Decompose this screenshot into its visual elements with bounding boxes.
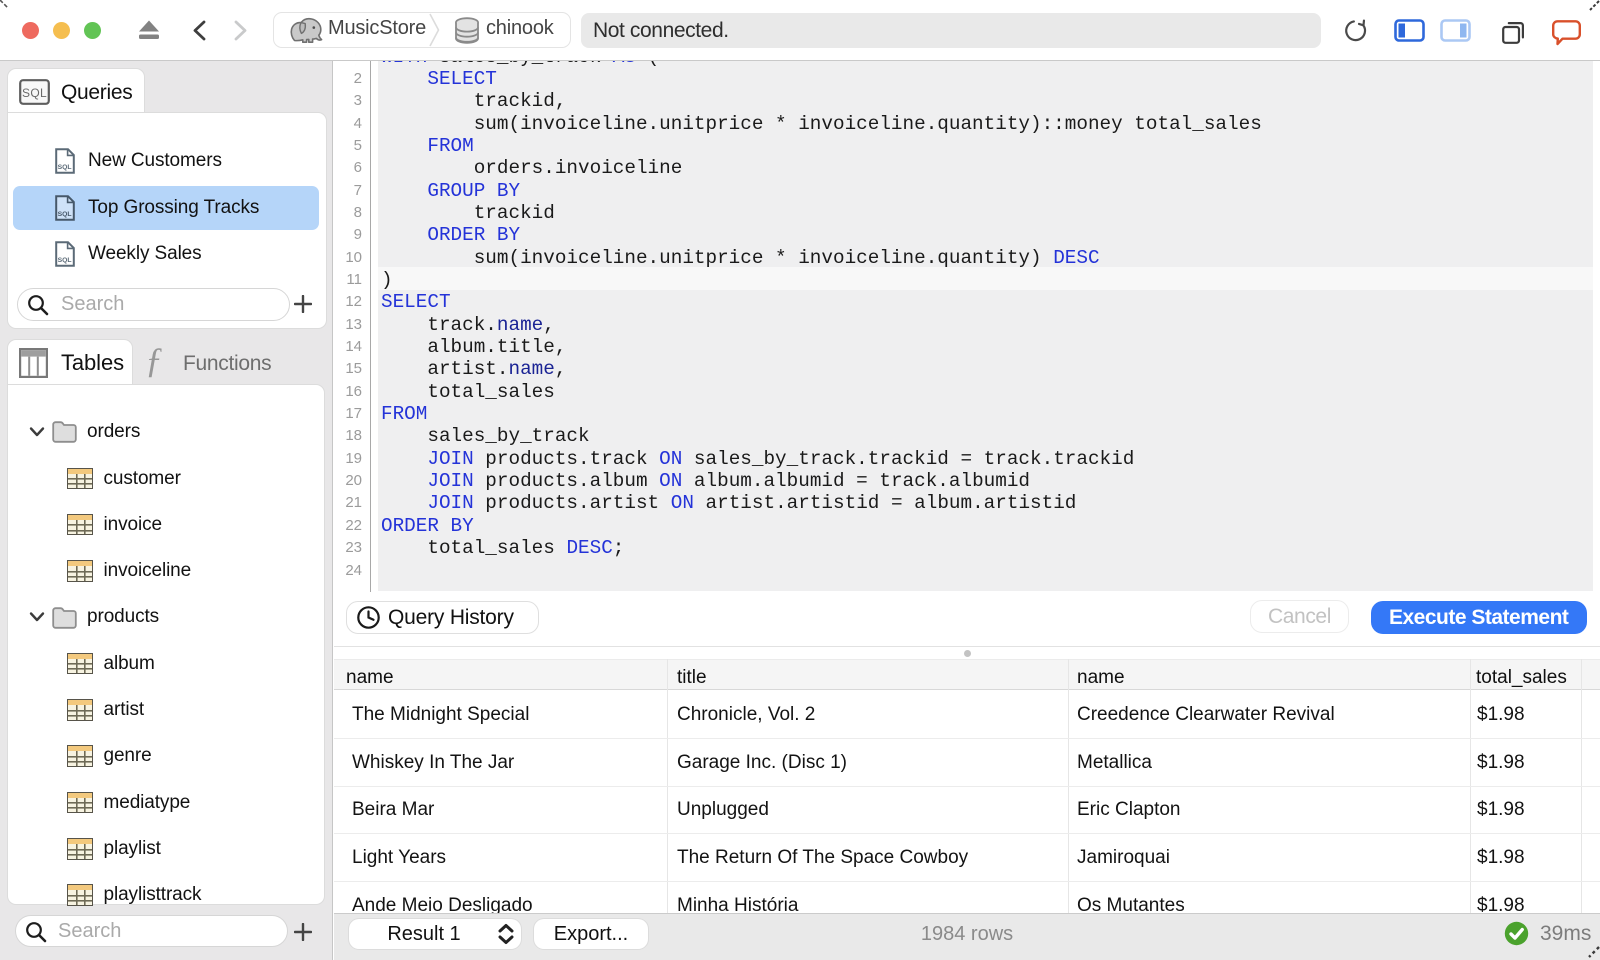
svg-text:SQL: SQL xyxy=(22,86,47,100)
svg-text:SQL: SQL xyxy=(58,257,72,264)
svg-text:SQL: SQL xyxy=(58,164,72,171)
svg-text:SQL: SQL xyxy=(58,211,72,218)
